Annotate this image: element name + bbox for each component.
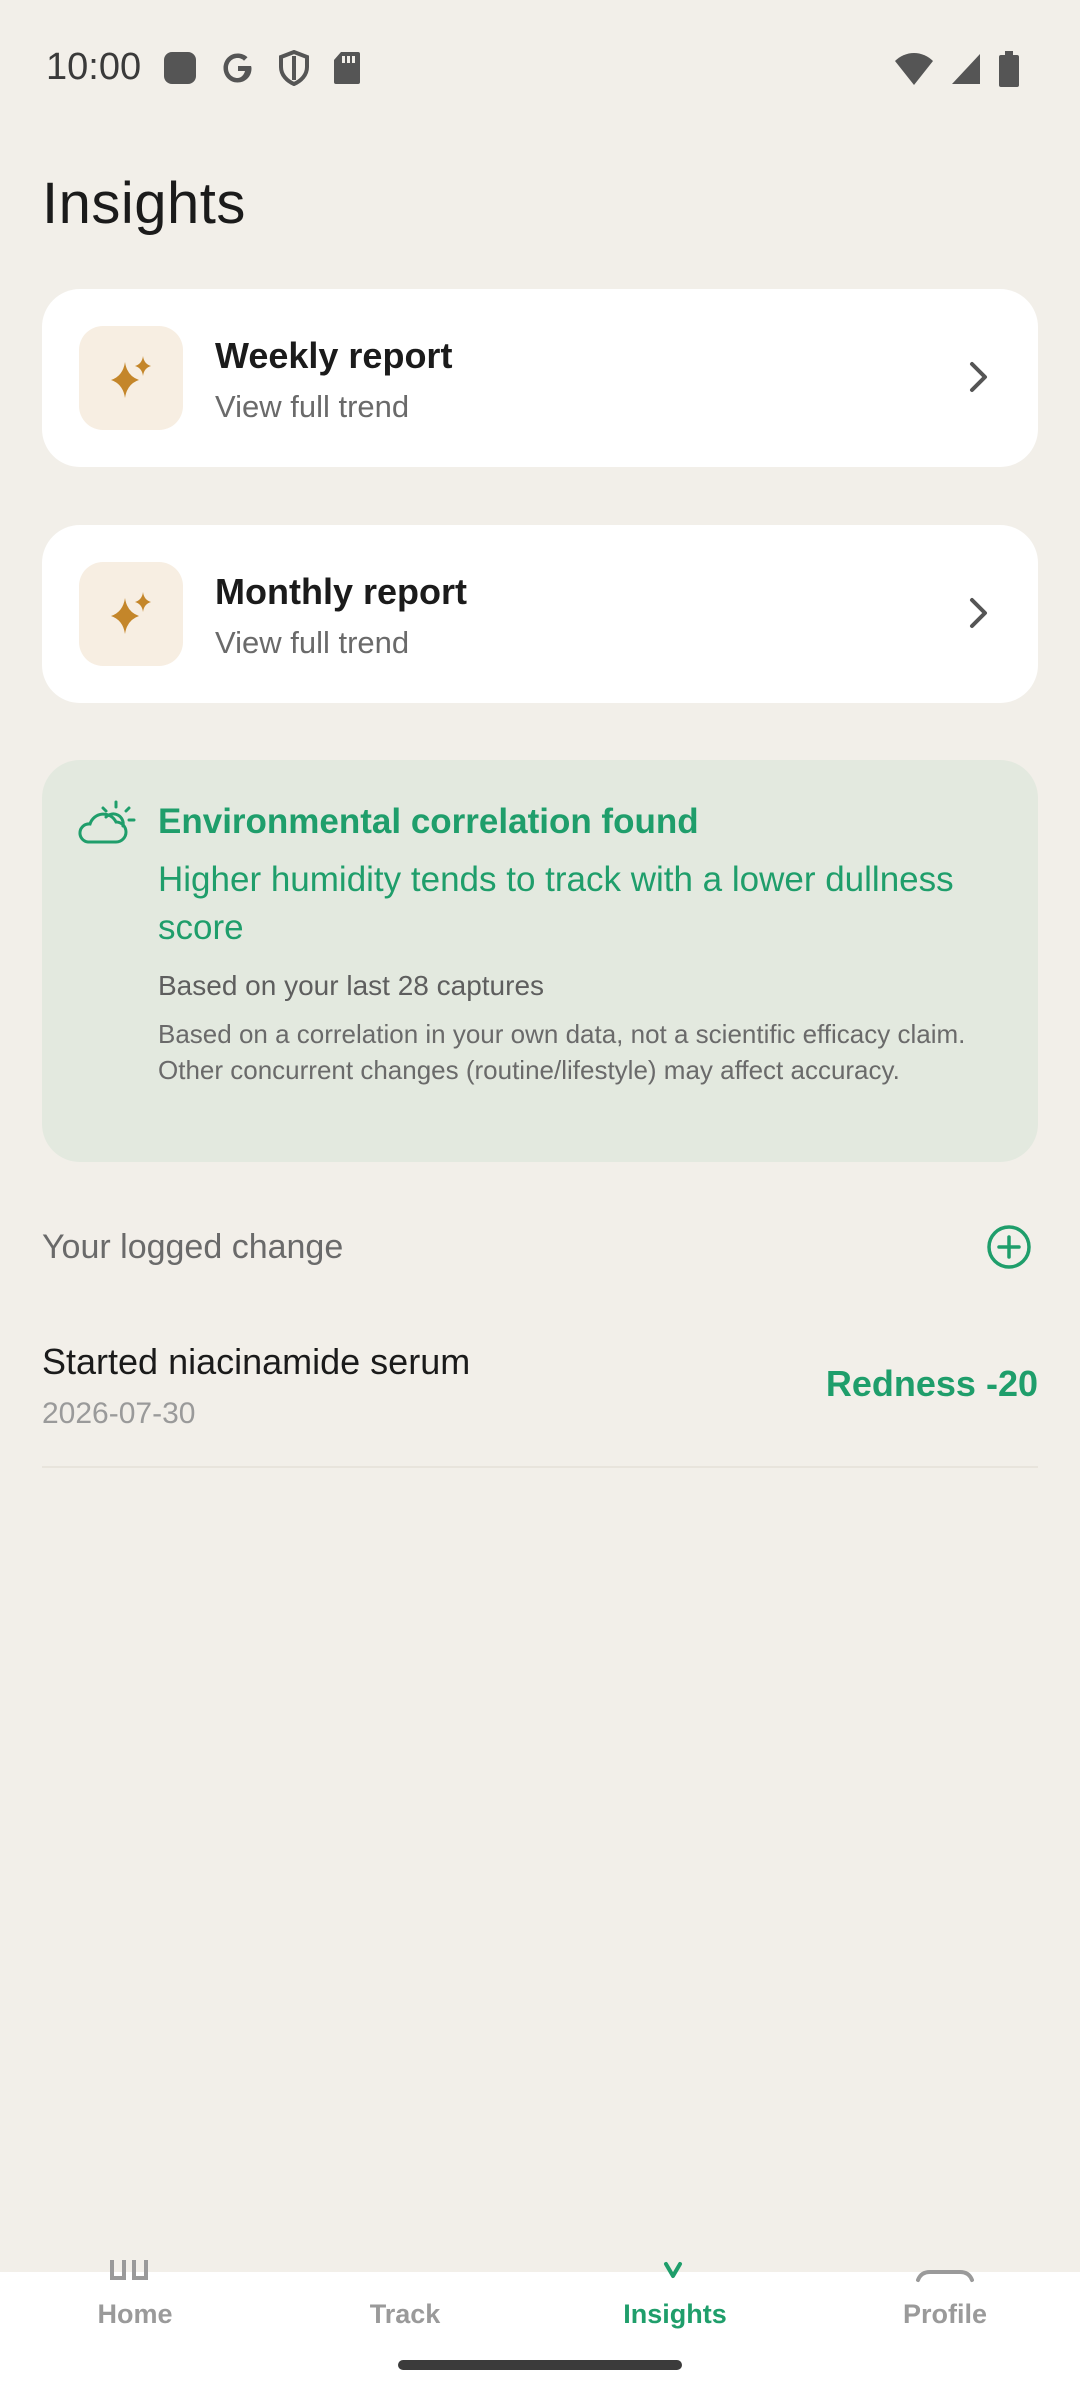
- home-indicator[interactable]: [398, 2360, 682, 2370]
- nav-label: Track: [369, 2299, 441, 2329]
- add-change-button[interactable]: [984, 1222, 1034, 1272]
- google-icon: [223, 53, 252, 83]
- nav-label: Profile: [902, 2299, 988, 2329]
- chevron-right-icon: [970, 598, 987, 628]
- chevron-right-icon: [970, 362, 987, 392]
- nav-item-home[interactable]: Home: [0, 2260, 270, 2372]
- shield-icon: [279, 50, 309, 86]
- env-card-title: Environmental correlation found: [158, 802, 699, 841]
- sparkles-icon: [111, 592, 151, 634]
- app-icon: [164, 52, 196, 84]
- report-title: Monthly report: [215, 571, 467, 612]
- page-title: Insights: [42, 171, 246, 236]
- nav-item-insights[interactable]: Insights: [540, 2262, 810, 2372]
- partly-cloudy-icon: [78, 800, 136, 844]
- sd-card-icon: [334, 52, 360, 84]
- env-card-description: Higher humidity tends to track with a lo…: [158, 860, 954, 947]
- status-time: 10:00: [46, 46, 142, 88]
- profile-icon: [916, 2270, 974, 2282]
- bottom-nav: Home Track Insights Profile: [0, 2260, 1080, 2400]
- monthly-report-card[interactable]: Monthly report View full trend: [42, 525, 1038, 703]
- wifi-icon: [895, 53, 933, 85]
- battery-icon: [999, 51, 1019, 87]
- environmental-correlation-card: Environmental correlation found Higher h…: [42, 760, 1038, 1162]
- change-title: Started niacinamide serum: [42, 1341, 471, 1382]
- insights-icon: [664, 2262, 682, 2278]
- nav-label: Home: [97, 2299, 173, 2329]
- signal-icon: [952, 54, 980, 84]
- nav-item-profile[interactable]: Profile: [810, 2270, 1080, 2372]
- env-card-basis: Based on your last 28 captures: [158, 970, 545, 1001]
- home-icon: [110, 2260, 148, 2280]
- change-date: 2026-07-30: [42, 1397, 196, 1430]
- nav-label: Insights: [623, 2299, 727, 2329]
- status-icons-left: [162, 50, 362, 86]
- report-icon-container: [79, 562, 183, 666]
- weekly-report-card[interactable]: Weekly report View full trend: [42, 289, 1038, 467]
- sparkles-icon: [111, 356, 151, 398]
- report-subtitle: View full trend: [215, 625, 410, 660]
- change-effect: Redness -20: [825, 1363, 1038, 1404]
- report-title: Weekly report: [215, 335, 453, 376]
- status-bar: 10:00: [0, 0, 1080, 135]
- nav-item-track[interactable]: Track: [270, 2272, 540, 2372]
- env-card-disclaimer: Based on a correlation in your own data,…: [158, 1019, 966, 1085]
- report-icon-container: [79, 326, 183, 430]
- status-icons-right: [894, 50, 1020, 88]
- section-title: Your logged change: [42, 1228, 344, 1266]
- track-icon: [270, 2260, 540, 2292]
- report-subtitle: View full trend: [215, 389, 410, 424]
- logged-change-item[interactable]: Started niacinamide serum 2026-07-30 Red…: [42, 1320, 1038, 1468]
